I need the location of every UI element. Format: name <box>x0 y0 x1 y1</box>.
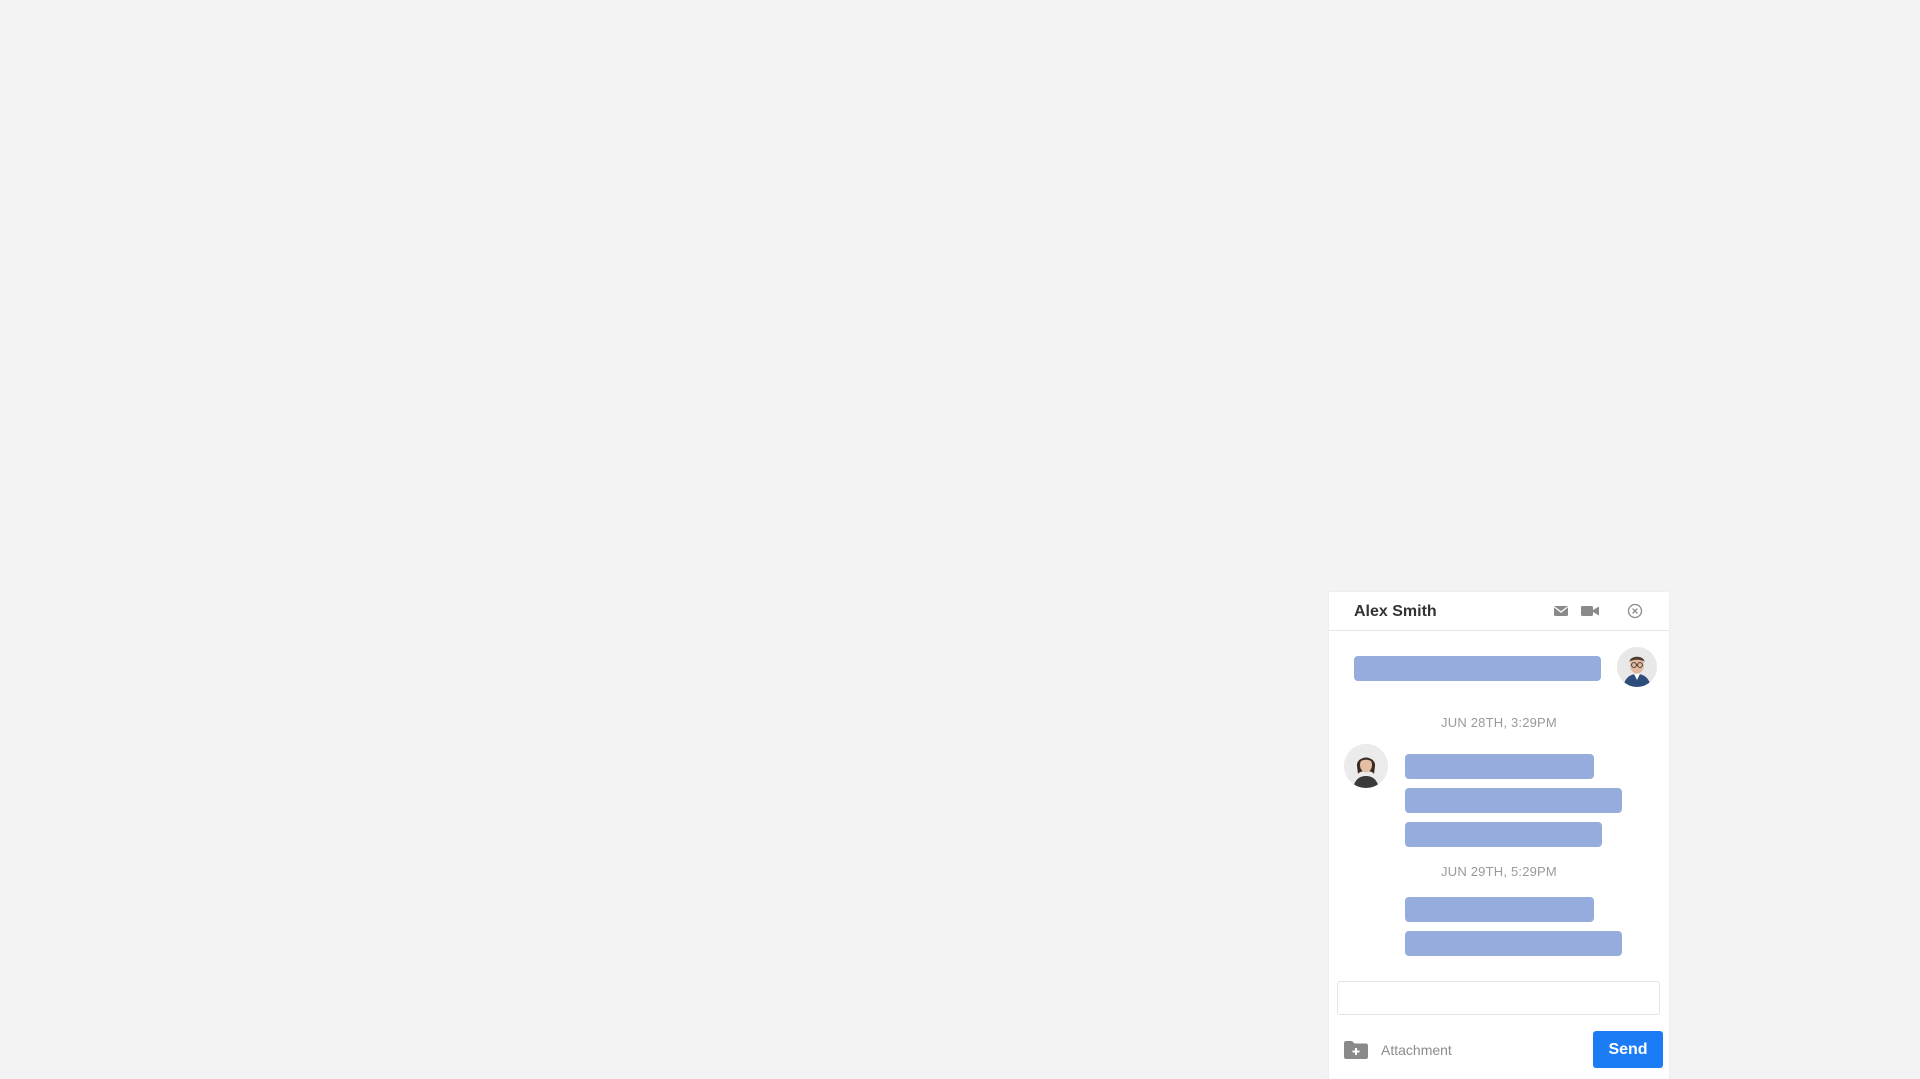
message-bubble-incoming <box>1405 822 1602 847</box>
chat-window: Alex Smith JUN 28TH, 3:29PM JUN 29TH, 5:… <box>1329 592 1669 1079</box>
video-icon[interactable] <box>1581 602 1599 620</box>
folder-add-icon[interactable] <box>1343 1040 1369 1060</box>
mail-icon[interactable] <box>1553 602 1571 620</box>
close-icon[interactable] <box>1626 602 1644 620</box>
message-bubble-incoming <box>1405 754 1594 779</box>
message-bubble-incoming <box>1405 931 1622 956</box>
send-button[interactable]: Send <box>1593 1031 1663 1068</box>
timestamp: JUN 28TH, 3:29PM <box>1441 715 1557 730</box>
message-bubble-incoming <box>1405 788 1622 813</box>
message-bubble-incoming <box>1405 897 1594 922</box>
attachment-label[interactable]: Attachment <box>1381 1042 1452 1058</box>
chat-header: Alex Smith <box>1329 592 1669 631</box>
contact-name: Alex Smith <box>1354 603 1437 620</box>
avatar-self <box>1617 647 1657 687</box>
message-bubble-outgoing <box>1354 656 1601 681</box>
avatar-contact <box>1344 744 1388 788</box>
message-input[interactable] <box>1337 981 1660 1015</box>
timestamp: JUN 29TH, 5:29PM <box>1441 864 1557 879</box>
